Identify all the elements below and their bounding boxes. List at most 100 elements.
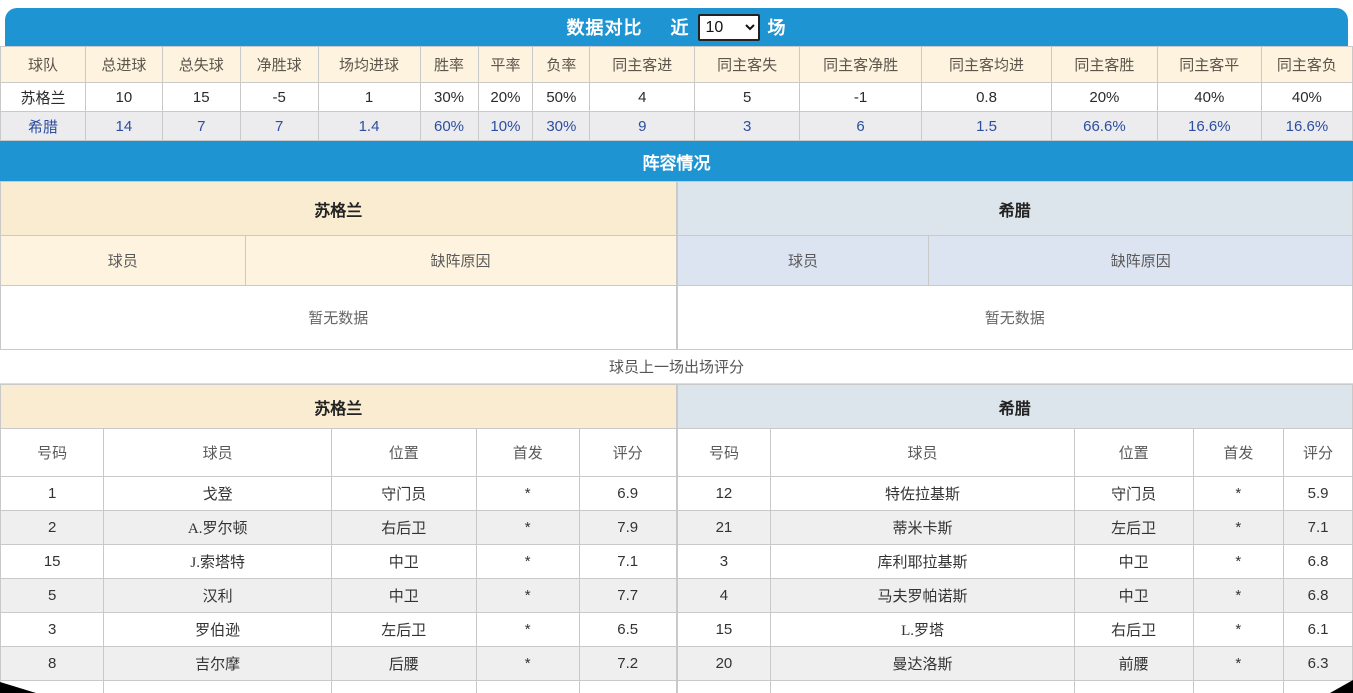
stat-value: 14 (85, 112, 162, 141)
player-row: 8 吉尔摩 后腰 * 7.2 (1, 647, 677, 681)
ratings-split: 苏格兰 号码 球员 位置 首发 评分 1 戈登 守门员 * 6.9 2 (0, 384, 1353, 693)
player-position: 前腰 (1074, 647, 1193, 681)
lineup-col-player: 球员 (1, 236, 246, 286)
stat-value: 30% (420, 83, 478, 112)
players-home-team: 苏格兰 (1, 385, 677, 429)
player-number: 20 (677, 647, 771, 681)
stat-value: 10 (85, 83, 162, 112)
stat-value: 1.4 (318, 112, 420, 141)
player-position: 右后卫 (1074, 613, 1193, 647)
player-row: 15 J.索塔特 中卫 * 7.1 (1, 545, 677, 579)
stat-value: 3 (695, 112, 800, 141)
no-data-text: 暂无数据 (677, 286, 1353, 350)
player-number: 15 (1, 545, 104, 579)
player-position: 左后卫 (331, 613, 476, 647)
player-position: 中卫 (1074, 579, 1193, 613)
col-header-venue-diff: 同主客净胜 (800, 47, 922, 83)
comparison-row-away: 希腊 14 7 7 1.4 60% 10% 30% 9 3 6 1.5 66.6… (1, 112, 1353, 141)
col-rating: 评分 (579, 429, 676, 477)
player-number: 3 (677, 545, 771, 579)
stat-value: 7 (240, 112, 318, 141)
player-name: 曼达洛斯 (771, 647, 1074, 681)
col-header-venue-goals: 同主客进 (590, 47, 695, 83)
data-comparison-page: 数据对比 近 10 场 球队 总进球 总失球 净胜球 场均进球 胜率 平率 负率… (0, 0, 1353, 693)
near-label: 近 (671, 14, 690, 40)
player-starting: * (476, 511, 579, 545)
home-team-name: 苏格兰 (1, 83, 86, 112)
player-position: 左后卫 (1074, 511, 1193, 545)
stat-value: 40% (1261, 83, 1352, 112)
col-header-total-conceded: 总失球 (162, 47, 240, 83)
player-starting: * (1193, 477, 1284, 511)
page-title: 数据对比 (567, 14, 643, 40)
lineup-away-team-row: 希腊 (677, 182, 1353, 236)
away-team-name: 希腊 (1, 112, 86, 141)
stat-value: 1 (318, 83, 420, 112)
col-number: 号码 (677, 429, 771, 477)
player-position: 守门员 (1074, 477, 1193, 511)
player-row: 12 特佐拉基斯 守门员 * 5.9 (677, 477, 1353, 511)
stat-value: -5 (240, 83, 318, 112)
col-header-goal-diff: 净胜球 (240, 47, 318, 83)
player-position: 中卫 (331, 579, 476, 613)
player-row: 3 库利耶拉基斯 中卫 * 6.8 (677, 545, 1353, 579)
player-position: 右后卫 (331, 511, 476, 545)
player-position: 后腰 (331, 647, 476, 681)
stat-value: 6 (800, 112, 922, 141)
stat-value: 60% (420, 112, 478, 141)
lineup-split: 苏格兰 球员 缺阵原因 暂无数据 希腊 球员 缺阵原因 (0, 181, 1353, 350)
player-row: 5 汉利 中卫 * 7.7 (1, 579, 677, 613)
top-bar-wrapper: 数据对比 近 10 场 (0, 0, 1353, 46)
player-name: A.罗尔顿 (104, 511, 332, 545)
player-rating: 7.7 (579, 579, 676, 613)
player-row-clipped (1, 681, 677, 693)
player-rating: 7.9 (579, 511, 676, 545)
stat-value: 4 (590, 83, 695, 112)
col-header-draw-rate: 平率 (478, 47, 533, 83)
lineup-away-team: 希腊 (677, 182, 1353, 236)
player-row-clipped (677, 681, 1353, 693)
stat-value: 1.5 (922, 112, 1052, 141)
ratings-section-title: 球员上一场出场评分 (609, 356, 744, 377)
player-row: 4 马夫罗帕诺斯 中卫 * 6.8 (677, 579, 1353, 613)
player-rating: 6.8 (1284, 545, 1353, 579)
col-position: 位置 (331, 429, 476, 477)
col-header-venue-win: 同主客胜 (1051, 47, 1157, 83)
match-count-select[interactable]: 10 (698, 14, 760, 41)
player-starting: * (476, 647, 579, 681)
player-name: J.索塔特 (104, 545, 332, 579)
stat-value: 16.6% (1261, 112, 1352, 141)
player-name: L.罗塔 (771, 613, 1074, 647)
col-player: 球员 (104, 429, 332, 477)
lineup-section-title: 阵容情况 (643, 149, 711, 174)
stat-value: 0.8 (922, 83, 1052, 112)
stat-value: 20% (478, 83, 533, 112)
col-position: 位置 (1074, 429, 1193, 477)
player-name: 吉尔摩 (104, 647, 332, 681)
col-rating: 评分 (1284, 429, 1353, 477)
player-name: 汉利 (104, 579, 332, 613)
players-away-col-header: 号码 球员 位置 首发 评分 (677, 429, 1353, 477)
player-name: 戈登 (104, 477, 332, 511)
col-header-venue-draw: 同主客平 (1157, 47, 1261, 83)
col-starting: 首发 (476, 429, 579, 477)
player-starting: * (476, 613, 579, 647)
player-row: 21 蒂米卡斯 左后卫 * 7.1 (677, 511, 1353, 545)
player-number: 2 (1, 511, 104, 545)
player-row: 2 A.罗尔顿 右后卫 * 7.9 (1, 511, 677, 545)
col-header-loss-rate: 负率 (533, 47, 590, 83)
player-name: 罗伯逊 (104, 613, 332, 647)
comparison-row-home: 苏格兰 10 15 -5 1 30% 20% 50% 4 5 -1 0.8 20… (1, 83, 1353, 112)
player-number: 1 (1, 477, 104, 511)
col-header-win-rate: 胜率 (420, 47, 478, 83)
player-rating: 6.1 (1284, 613, 1353, 647)
lineup-col-reason: 缺阵原因 (929, 236, 1353, 286)
stat-value: 20% (1051, 83, 1157, 112)
player-name: 马夫罗帕诺斯 (771, 579, 1074, 613)
lineup-table-home: 苏格兰 球员 缺阵原因 暂无数据 (0, 181, 677, 350)
player-rating: 5.9 (1284, 477, 1353, 511)
lineup-section-header: 阵容情况 (0, 141, 1353, 181)
player-starting: * (1193, 613, 1284, 647)
player-number: 3 (1, 613, 104, 647)
player-number: 15 (677, 613, 771, 647)
